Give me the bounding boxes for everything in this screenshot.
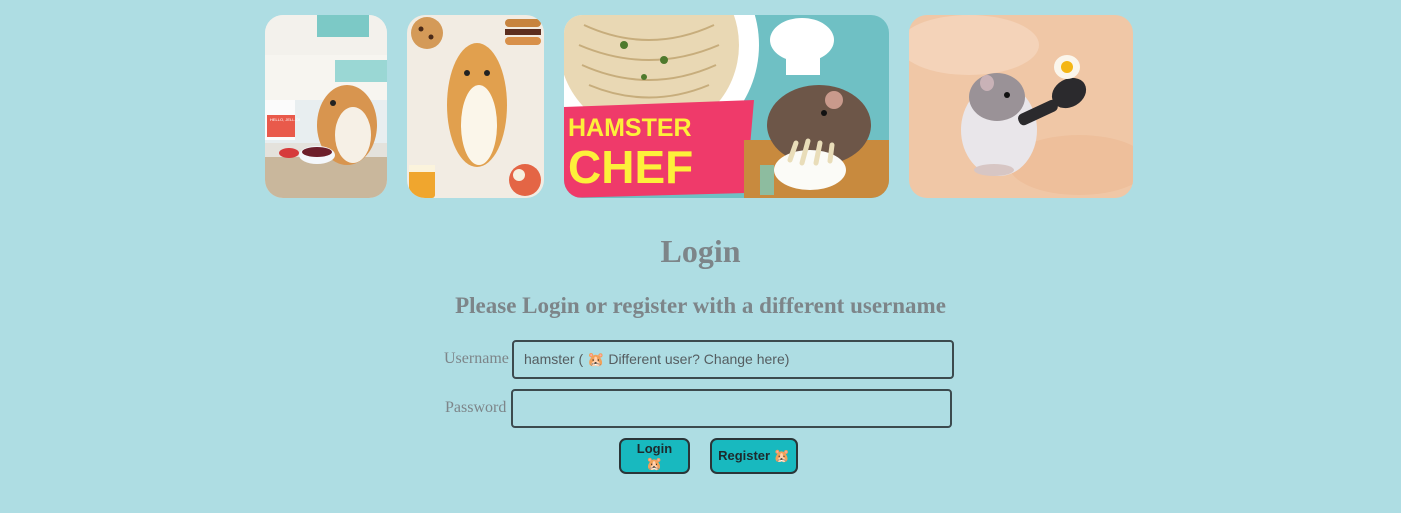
page-title: Login [660, 233, 741, 269]
username-label: Username [444, 350, 509, 367]
password-field[interactable] [511, 389, 952, 428]
hamster-photo-gallery: HELLO, JELL-O! HAMSTER CHEF [0, 15, 1401, 198]
username-field[interactable] [512, 340, 954, 379]
login-button[interactable]: Login 🐹 [619, 438, 690, 474]
password-label: Password [445, 399, 507, 416]
hamster-chef-photo: HAMSTER CHEF [564, 15, 889, 198]
hamster-chef-text-line2: CHEF [568, 141, 693, 193]
hamster-chef-text-line1: HAMSTER [568, 114, 692, 142]
photo-1-caption: HELLO, JELL-O! [270, 117, 300, 122]
hamster-food-icons-photo [407, 15, 544, 198]
hamster-frying-pan-photo [909, 15, 1133, 198]
page-subtitle: Please Login or register with a differen… [455, 293, 946, 318]
register-button[interactable]: Register 🐹 [710, 438, 798, 474]
hamster-kitchen-photo: HELLO, JELL-O! [265, 15, 387, 198]
